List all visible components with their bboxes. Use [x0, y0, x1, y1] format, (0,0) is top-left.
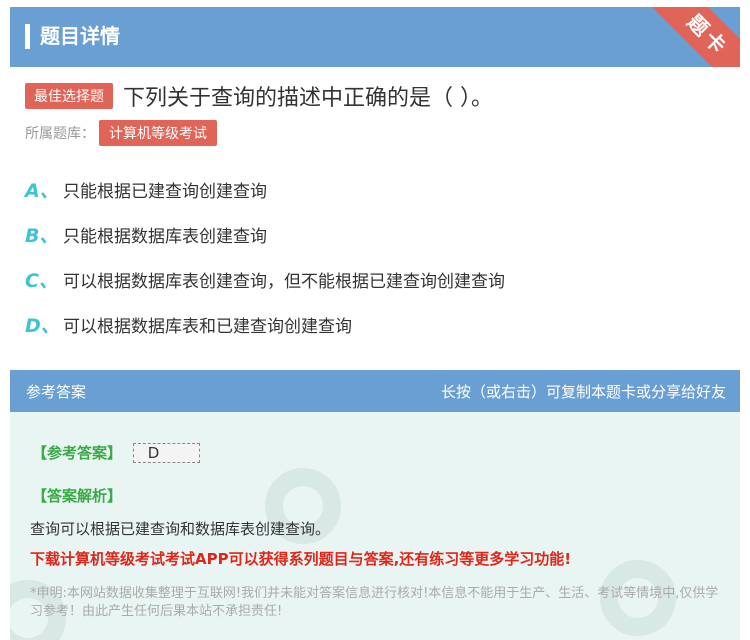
share-hint: 长按（或右击）可复制本题卡或分享给好友 [440, 383, 726, 401]
disclaimer: *申明:本网站数据收集整理于互联网!我们并未能对答案信息进行核对!本信息不能用于… [30, 586, 719, 619]
header-accent-bar [25, 24, 30, 49]
answer-panel-title: 参考答案 [26, 383, 87, 401]
option-text: 可以根据数据库表创建查询，但不能根据已建查询创建查询 [63, 272, 505, 292]
option-letter: D、 [25, 315, 60, 337]
answer-value: D [132, 443, 201, 463]
option-text: 只能根据已建查询创建查询 [63, 182, 267, 202]
analysis-text: 查询可以根据已建查询和数据库表创建查询。 [30, 520, 331, 538]
option-a[interactable]: A、 只能根据已建查询创建查询 [25, 176, 267, 203]
option-b[interactable]: B、 只能根据数据库表创建查询 [25, 221, 267, 248]
library-label: 所属题库： [25, 126, 95, 142]
page-title: 题目详情 [40, 24, 120, 48]
answer-label: 【参考答案】 [32, 444, 123, 462]
answer-panel: 参考答案 长按（或右击）可复制本题卡或分享给好友 【参考答案】 D 【答案解析】… [10, 370, 740, 640]
analysis-label: 【答案解析】 [32, 487, 123, 505]
question-row: 最佳选择题 下列关于查询的描述中正确的是（ ）。 [25, 80, 493, 112]
option-text: 可以根据数据库表和已建查询创建查询 [63, 317, 352, 337]
library-row: 所属题库： 计算机等级考试 [25, 120, 217, 146]
header-bar: 题目详情 题卡 [10, 7, 740, 67]
corner-ribbon: 题卡 [651, 7, 740, 67]
app-promo[interactable]: 下载计算机等级考试考试APP可以获得系列题目与答案,还有练习等更多学习功能! [30, 548, 571, 569]
option-text: 只能根据数据库表创建查询 [63, 227, 267, 247]
answer-row: 【参考答案】 D [32, 442, 201, 463]
option-d[interactable]: D、 可以根据数据库表和已建查询创建查询 [25, 311, 352, 338]
question-type-badge: 最佳选择题 [25, 83, 113, 109]
answer-panel-header: 参考答案 长按（或右击）可复制本题卡或分享给好友 [10, 370, 740, 412]
option-letter: B、 [25, 225, 59, 247]
option-c[interactable]: C、 可以根据数据库表创建查询，但不能根据已建查询创建查询 [25, 266, 505, 293]
option-letter: C、 [25, 270, 58, 292]
library-badge[interactable]: 计算机等级考试 [99, 120, 217, 146]
option-letter: A、 [25, 180, 59, 202]
question-text: 下列关于查询的描述中正确的是（ ）。 [123, 86, 493, 111]
